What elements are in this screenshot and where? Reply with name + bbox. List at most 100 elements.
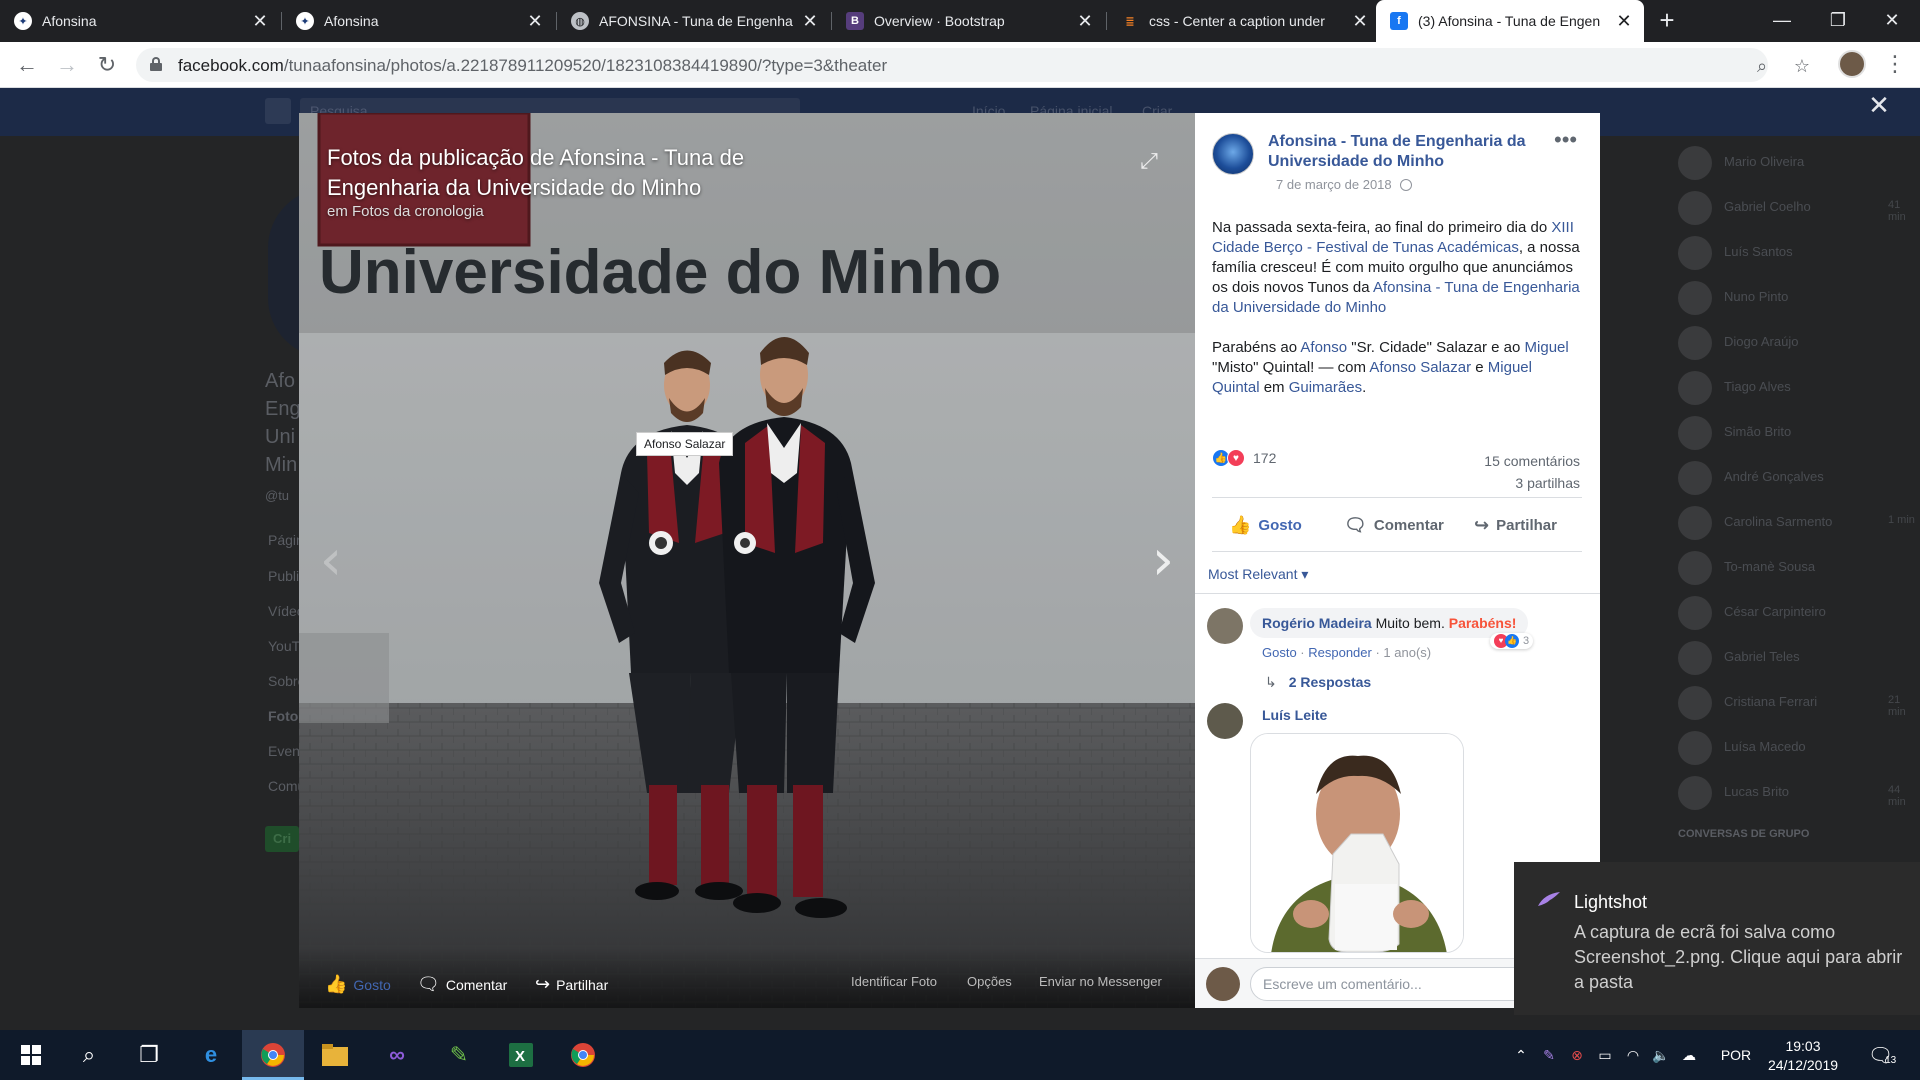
- photo-comment-button[interactable]: 🗨 Comentar: [417, 974, 507, 995]
- reload-button[interactable]: ↻: [92, 50, 122, 80]
- excel-icon[interactable]: X: [490, 1030, 552, 1080]
- location-link[interactable]: Guimarães: [1289, 379, 1362, 396]
- browser-tab[interactable]: ✦ Afonsina ✕: [282, 0, 555, 42]
- comment-button[interactable]: 🗨 Comentar: [1344, 515, 1444, 536]
- like-button[interactable]: 👍 Gosto: [1229, 515, 1302, 536]
- close-tab-icon[interactable]: ✕: [523, 11, 547, 32]
- visual-studio-icon[interactable]: ∞: [366, 1030, 428, 1080]
- photo-album-link[interactable]: em Fotos da cronologia: [327, 203, 484, 220]
- lightshot-notification[interactable]: Lightshot A captura de ecrã foi salva co…: [1514, 862, 1920, 1015]
- contact-item[interactable]: Gabriel Coelho 41 min: [1678, 187, 1918, 227]
- tagged-user-link[interactable]: Afonso Salazar: [1369, 359, 1471, 376]
- minimize-button[interactable]: —: [1754, 0, 1810, 42]
- send-messenger-link[interactable]: Enviar no Messenger: [1039, 974, 1162, 989]
- onedrive-icon[interactable]: ☁: [1676, 1030, 1702, 1080]
- comment-age[interactable]: 1 ano(s): [1383, 645, 1431, 660]
- close-tab-icon[interactable]: ✕: [248, 11, 272, 32]
- comment-image[interactable]: [1250, 733, 1464, 953]
- notepad-plus-icon[interactable]: ✎: [428, 1030, 490, 1080]
- comment-sort-dropdown[interactable]: Most Relevant ▾: [1208, 566, 1308, 583]
- contact-item[interactable]: Lucas Brito 44 min: [1678, 772, 1918, 812]
- contact-item[interactable]: To-manè Sousa: [1678, 547, 1918, 587]
- lightshot-tray-icon[interactable]: ✎: [1536, 1030, 1562, 1080]
- comment-author[interactable]: Luís Leite: [1262, 707, 1327, 723]
- contact-item[interactable]: Diogo Araújo: [1678, 322, 1918, 362]
- comment-author[interactable]: Rogério Madeira: [1262, 615, 1372, 631]
- task-view-icon[interactable]: ❐: [118, 1030, 180, 1080]
- contact-item[interactable]: Tiago Alves: [1678, 367, 1918, 407]
- contact-item[interactable]: Simão Brito: [1678, 412, 1918, 452]
- post-date[interactable]: 7 de março de 2018: [1276, 177, 1412, 192]
- chrome-icon[interactable]: [552, 1030, 614, 1080]
- contact-item[interactable]: Carolina Sarmento 1 min: [1678, 502, 1918, 542]
- forward-button[interactable]: →: [52, 50, 82, 80]
- comment-reply-link[interactable]: Responder: [1308, 645, 1372, 660]
- windows-start-icon[interactable]: [0, 1030, 62, 1080]
- url-text[interactable]: facebook.com/tunaafonsina/photos/a.22187…: [178, 56, 887, 76]
- page-avatar[interactable]: [1212, 133, 1254, 175]
- more-options-icon[interactable]: •••: [1554, 129, 1577, 151]
- photo-like-button[interactable]: 👍 Gosto: [325, 974, 391, 995]
- new-tab-button[interactable]: +: [1652, 6, 1682, 36]
- contact-item[interactable]: Cristiana Ferrari 21 min: [1678, 682, 1918, 722]
- lock-icon[interactable]: [150, 57, 162, 71]
- edge-icon[interactable]: e: [180, 1030, 242, 1080]
- security-tray-icon[interactable]: ⊗: [1564, 1030, 1590, 1080]
- volume-icon[interactable]: 🔈: [1648, 1030, 1674, 1080]
- chrome-icon[interactable]: [242, 1030, 304, 1080]
- contact-item[interactable]: André Gonçalves: [1678, 457, 1918, 497]
- close-tab-icon[interactable]: ✕: [798, 11, 822, 32]
- show-hidden-icons[interactable]: ⌃: [1508, 1030, 1534, 1080]
- file-explorer-icon[interactable]: [304, 1030, 366, 1080]
- photo-share-button[interactable]: ↪ Partilhar: [535, 974, 608, 995]
- battery-icon[interactable]: ▭: [1592, 1030, 1618, 1080]
- previous-photo-arrow[interactable]: ‹: [311, 533, 351, 593]
- reactions-summary[interactable]: 👍 ♥ 172: [1212, 448, 1276, 468]
- share-button[interactable]: ↪ Partilhar: [1474, 515, 1557, 536]
- comments-count[interactable]: 15 comentários: [1484, 450, 1580, 472]
- browser-tab[interactable]: ✦ Afonsina ✕: [0, 0, 280, 42]
- zoom-icon[interactable]: ⌕: [1750, 54, 1774, 78]
- comment-reactions[interactable]: ♥ 👍 3: [1490, 633, 1534, 649]
- options-link[interactable]: Opções: [967, 974, 1012, 989]
- tag-photo-link[interactable]: Identificar Foto: [851, 974, 937, 989]
- create-button[interactable]: Cri: [265, 826, 299, 852]
- commenter-avatar[interactable]: [1207, 608, 1243, 644]
- contact-item[interactable]: Luísa Macedo: [1678, 727, 1918, 767]
- post-photo[interactable]: Universidade do Minho: [299, 113, 1195, 1008]
- bookmark-star-icon[interactable]: ☆: [1790, 54, 1814, 78]
- browser-tab-active[interactable]: f (3) Afonsina - Tuna de Engen ✕: [1376, 0, 1644, 42]
- address-bar[interactable]: facebook.com/tunaafonsina/photos/a.22187…: [136, 48, 1810, 82]
- contact-item[interactable]: Gabriel Teles: [1678, 637, 1918, 677]
- browser-tab[interactable]: ◍ AFONSINA - Tuna de Engenha ✕: [557, 0, 830, 42]
- close-tab-icon[interactable]: ✕: [1612, 11, 1636, 32]
- mention-link[interactable]: Miguel: [1525, 339, 1569, 356]
- search-icon[interactable]: ⌕: [58, 1030, 120, 1080]
- close-tab-icon[interactable]: ✕: [1348, 11, 1372, 32]
- contact-item[interactable]: César Carpinteiro: [1678, 592, 1918, 632]
- shares-count[interactable]: 3 partilhas: [1484, 472, 1580, 494]
- contact-item[interactable]: Mario Oliveira: [1678, 142, 1918, 182]
- wifi-icon[interactable]: ◠: [1620, 1030, 1646, 1080]
- next-photo-arrow[interactable]: ›: [1143, 533, 1183, 593]
- browser-tab[interactable]: ≣ css - Center a caption under ✕: [1107, 0, 1380, 42]
- profile-avatar[interactable]: [1838, 50, 1866, 78]
- comment-like-link[interactable]: Gosto: [1262, 645, 1297, 660]
- commenter-avatar[interactable]: [1207, 703, 1243, 739]
- view-replies-link[interactable]: ↳ 2 Respostas: [1265, 674, 1371, 691]
- contact-item[interactable]: Nuno Pinto: [1678, 277, 1918, 317]
- contact-item[interactable]: Luís Santos: [1678, 232, 1918, 272]
- system-clock[interactable]: 19:03 24/12/2019: [1758, 1037, 1848, 1075]
- mention-link[interactable]: Afonso: [1300, 339, 1347, 356]
- close-theater-icon[interactable]: ✕: [1864, 90, 1894, 120]
- fullscreen-icon[interactable]: ⤢: [1135, 147, 1163, 175]
- maximize-button[interactable]: ❐: [1810, 0, 1866, 42]
- action-center-icon[interactable]: 🗨 13: [1862, 1030, 1902, 1080]
- language-indicator[interactable]: POR: [1716, 1030, 1756, 1080]
- photo-tag-label[interactable]: Afonso Salazar: [636, 432, 734, 456]
- close-tab-icon[interactable]: ✕: [1073, 11, 1097, 32]
- post-page-name[interactable]: Afonsina - Tuna de Engenharia da Univers…: [1268, 132, 1558, 172]
- browser-tab[interactable]: B Overview · Bootstrap ✕: [832, 0, 1105, 42]
- back-button[interactable]: ←: [12, 50, 42, 80]
- browser-menu-icon[interactable]: ⋮: [1884, 50, 1906, 80]
